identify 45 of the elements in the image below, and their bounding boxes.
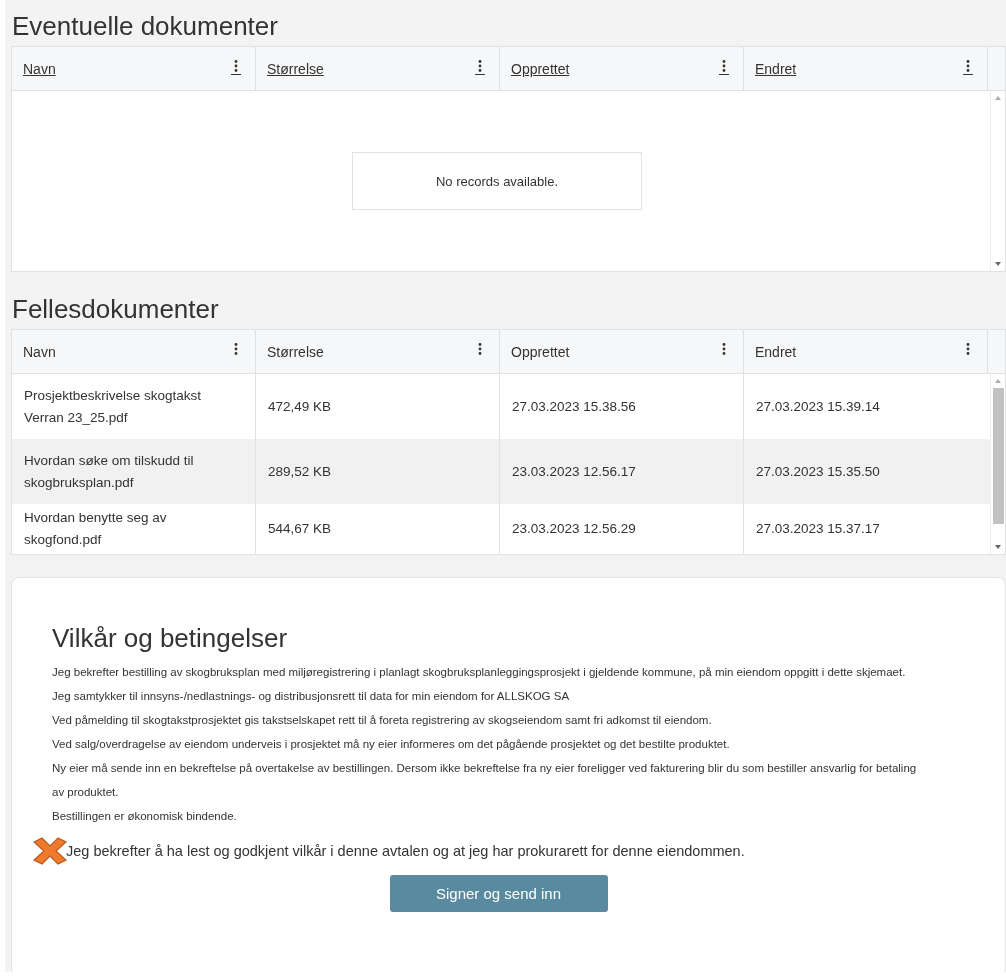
scroll-down-icon[interactable] [994,544,1002,550]
table-cell: 23.03.2023 12.56.29 [500,504,744,554]
column-header[interactable]: Opprettet [500,330,744,373]
column-header[interactable]: Størrelse [256,330,500,373]
column-header[interactable]: Endret [744,47,988,90]
column-header[interactable]: Endret [744,330,988,373]
table-cell-text: 27.03.2023 15.37.17 [755,520,881,538]
scroll-down-icon[interactable] [994,261,1002,267]
column-title[interactable]: Endret [755,343,797,360]
terms-paragraph: Ved påmelding til skogtakstprosjektet gis takstselskapet rett til å foreta registrering av skogseiendom samt fri adkomst til eiendom. [52,713,713,728]
section-title: Fellesdokumenter [11,293,220,325]
column-title[interactable]: Størrelse [267,343,324,360]
confirm-label: Jeg bekrefter å ha lest og godkjent vilkår i denne avtalen og at jeg har prokurarett for denne eiendommen. [66,843,745,859]
column-title[interactable]: Navn [23,343,56,360]
terms-paragraph: Jeg bekrefter bestilling av skogbruksplan med miljøregistrering i planlagt skogbruksplanleggingsprosjekt i gjeldende kommune, på min eiendom oppgitt i dette skjemaet. Jeg samtykker til innsyns-/nedlastnings- og distribusjonsrett til data for min eiendom for ALLSKOG SA [52,665,907,704]
column-header[interactable]: Navn [12,330,256,373]
terms-paragraph: Bestillingen er økonomisk bindende. [52,809,238,824]
column-menu-icon[interactable] [231,58,241,75]
table-cell-text: 27.03.2023 15.39.14 [755,397,881,416]
table-cell: 289,52 KB [256,439,500,504]
table-cell: 23.03.2023 12.56.17 [500,439,744,504]
empty-message: No records available. [352,152,642,210]
scrollbar[interactable] [990,374,1005,554]
column-header[interactable]: Navn [12,47,256,90]
column-title[interactable]: Navn [23,60,56,77]
terms-title: Vilkår og betingelser [52,622,289,654]
column-header[interactable]: Opprettet [500,47,744,90]
table-cell: 544,67 KB [256,504,500,554]
table-row[interactable]: Hvordan benytte seg av skogfond.pdf 544,67 KB 23.03.2023 12.56.29 27.03.2023 15.37.17 [12,504,990,554]
column-title[interactable]: Opprettet [511,343,570,360]
column-menu-icon[interactable] [963,58,973,75]
column-title[interactable]: Endret [755,60,797,77]
terms-paragraph: Ved salg/overdragelse av eiendom underveis i prosjektet må ny eier informeres om det pågående prosjektet og det bestilte produktet. [52,737,731,752]
table-cell: Hvordan søke om tilskudd til skogbruksplan.pdf [12,439,256,504]
column-header[interactable]: Størrelse [256,47,500,90]
table-cell-text: 27.03.2023 15.35.50 [755,462,881,481]
column-menu-icon[interactable] [719,58,729,75]
terms-paragraph: Ny eier må sende inn en bekreftelse på overtakelse av bestillingen. Dersom ikke bekreftelse fra ny eier foreligger ved fakturering blir du som bestiller ansvarlig for betaling av produktet. [52,761,918,800]
submit-button[interactable]: Signer og send inn [389,875,608,912]
table-row[interactable]: Hvordan søke om tilskudd til skogbruksplan.pdf 289,52 KB 23.03.2023 12.56.17 27.03.2023 15.35.50 [12,439,990,504]
section-title: Eventuelle dokumenter [11,10,279,42]
column-menu-icon[interactable] [475,58,485,75]
column-title[interactable]: Opprettet [511,60,570,77]
column-title[interactable]: Størrelse [267,60,324,77]
table-cell: Hvordan benytte seg av skogfond.pdf [12,504,256,554]
